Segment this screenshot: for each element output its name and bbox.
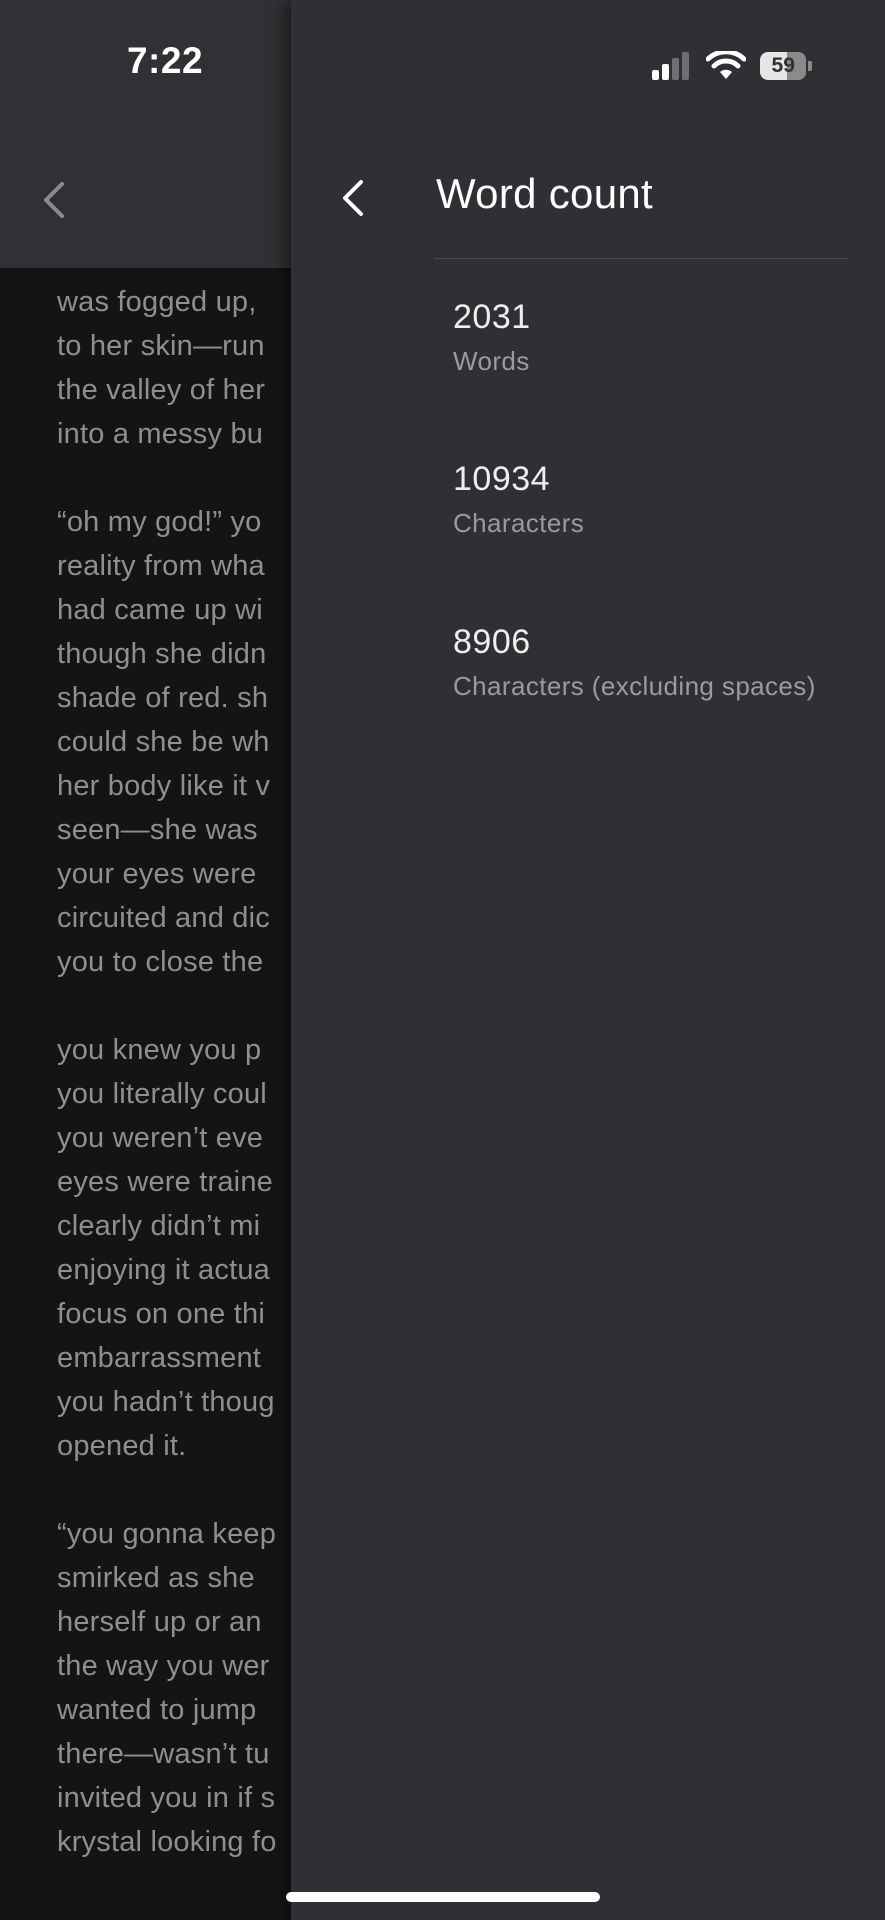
- stat-label: Characters (excluding spaces): [453, 671, 816, 701]
- word-count-drawer: 59 Word count 2031 Words 10934 Character…: [291, 0, 885, 1920]
- home-indicator[interactable]: [286, 1892, 600, 1902]
- chevron-left-icon: [44, 182, 64, 218]
- document-line: though she didn: [57, 638, 267, 670]
- close-drawer-button[interactable]: [331, 170, 375, 226]
- document-body: was fogged up, to her skin—run the valley …: [0, 268, 291, 1920]
- screen: was fogged up, to her skin—run the valley …: [0, 0, 885, 1920]
- document-line: smirked as she: [57, 1562, 255, 1594]
- battery-cap: [808, 61, 812, 71]
- document-line: had came up wi: [57, 594, 263, 626]
- document-line: to her skin—run: [57, 330, 265, 362]
- stat-value: 10934: [453, 460, 551, 498]
- document-line: enjoying it actua: [57, 1254, 270, 1286]
- document-line: clearly didn’t mi: [57, 1210, 261, 1242]
- document-line: you knew you p: [57, 1034, 262, 1066]
- document-line: “you gonna keep: [57, 1518, 277, 1550]
- drawer-header: Word count: [291, 140, 885, 260]
- status-time: 7:22: [126, 40, 204, 81]
- document-line: focus on one thi: [57, 1298, 265, 1330]
- chevron-left-icon: [343, 180, 363, 216]
- document-line: could she be wh: [57, 726, 270, 758]
- stat-label: Words: [453, 346, 530, 376]
- document-line: you weren’t eve: [57, 1122, 264, 1154]
- stat-characters-excluding-spaces: 8906 Characters (excluding spaces): [453, 622, 816, 704]
- document-line: herself up or an: [57, 1606, 262, 1638]
- document-line: there—wasn’t tu: [57, 1738, 270, 1770]
- document-line: shade of red. sh: [57, 682, 269, 714]
- document-line: “oh my god!” yo: [57, 506, 262, 538]
- document-line: the valley of her: [57, 374, 266, 406]
- cellular-signal-icon: [652, 52, 689, 80]
- document-line: the way you wer: [57, 1650, 270, 1682]
- battery-body: 59: [760, 52, 807, 80]
- document-line: opened it.: [57, 1430, 187, 1462]
- stat-characters: 10934 Characters: [453, 459, 584, 541]
- document-line: you literally coul: [57, 1078, 267, 1110]
- document-line: reality from wha: [57, 550, 265, 582]
- wifi-icon: [706, 51, 746, 79]
- document-line: into a messy bu: [57, 418, 264, 450]
- document-line: you to close the: [57, 946, 264, 978]
- battery-level: 59: [771, 54, 795, 77]
- battery-icon: 59: [760, 52, 812, 80]
- stat-value: 2031: [453, 298, 531, 336]
- document-line: krystal looking fo: [57, 1826, 277, 1858]
- divider: [434, 258, 849, 259]
- document-line: invited you in if s: [57, 1782, 276, 1814]
- document-back-button[interactable]: [36, 172, 72, 228]
- document-text: was fogged up, to her skin—run the valley …: [57, 280, 291, 1864]
- stat-words: 2031 Words: [453, 297, 531, 379]
- drawer-title: Word count: [436, 170, 653, 217]
- document-line: wanted to jump: [57, 1694, 257, 1726]
- document-line: your eyes were: [57, 858, 257, 890]
- stat-label: Characters: [453, 508, 585, 538]
- document-line: her body like it v: [57, 770, 271, 802]
- status-icons: 59: [652, 50, 812, 82]
- document-line: embarrassment: [57, 1342, 262, 1374]
- document-line: circuited and dic: [57, 902, 270, 934]
- document-line: you hadn’t thoug: [57, 1386, 275, 1418]
- document-line: seen—she was: [57, 814, 258, 846]
- document-line: eyes were traine: [57, 1166, 273, 1198]
- document-line: was fogged up,: [57, 286, 257, 318]
- stat-value: 8906: [453, 623, 531, 661]
